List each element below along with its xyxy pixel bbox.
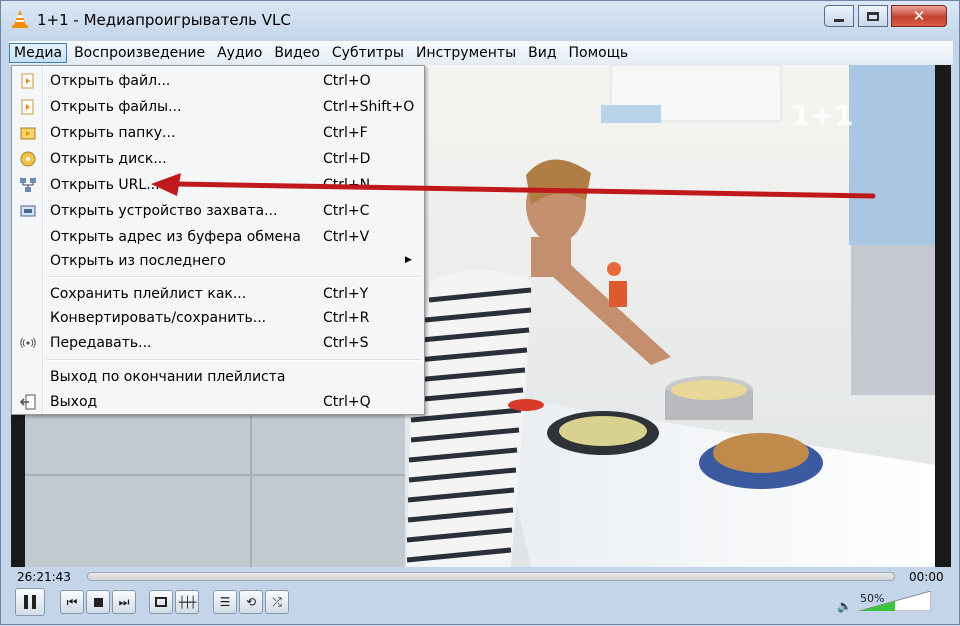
equalizer-icon: ┼┼┼ [178,595,197,609]
fullscreen-button[interactable] [149,590,173,614]
menu-subtitles[interactable]: Субтитры [327,43,409,63]
menu-open-capture-device[interactable]: Открыть устройство захвата... Ctrl+C [14,200,422,222]
menu-item-label: Открыть диск... [50,151,167,167]
pause-button[interactable] [15,588,45,616]
menu-item-label: Конвертировать/сохранить... [50,310,267,326]
media-menu-dropdown: Открыть файл... Ctrl+O Открыть файлы... … [11,65,425,415]
title-bar: 1+1 - Медиапроигрыватель VLC ✕ [1,1,959,37]
seek-row: 26:21:43 00:00 [11,567,951,589]
menu-item-label: Передавать... [50,335,152,351]
menu-item-label: Открыть файл... [50,73,171,89]
menu-playback[interactable]: Воспроизведение [69,43,210,63]
menu-convert-save[interactable]: Конвертировать/сохранить... Ctrl+R [14,307,422,329]
extended-settings-button[interactable]: ┼┼┼ [175,590,199,614]
menu-item-shortcut: Ctrl+Y [323,286,369,302]
menu-item-shortcut: Ctrl+V [323,229,370,245]
menu-quit-at-end[interactable]: Выход по окончании плейлиста [14,366,422,388]
minimize-icon [834,18,844,22]
playlist-icon: ☰ [219,595,231,609]
pause-icon [24,595,36,609]
next-icon: ⏭ [118,594,130,609]
speaker-icon[interactable]: 🔈 [837,599,852,613]
remaining-time: 00:00 [909,570,944,584]
minimize-button[interactable] [824,5,854,27]
menu-item-shortcut: Ctrl+Q [323,394,371,410]
menu-item-label: Открыть папку... [50,125,176,141]
random-button[interactable]: ⤮ [265,590,289,614]
menu-open-folder[interactable]: Открыть папку... Ctrl+F [14,122,422,144]
menu-item-label: Сохранить плейлист как... [50,286,247,302]
stop-button[interactable] [86,590,110,614]
menu-item-shortcut: Ctrl+N [323,177,371,193]
exit-icon [19,394,36,410]
shuffle-icon: ⤮ [272,594,282,609]
capture-device-icon [20,205,36,217]
menu-item-label: Открыть из последнего [50,253,226,269]
close-icon: ✕ [912,7,926,25]
menu-item-label: Открыть файлы... [50,99,182,115]
menu-media[interactable]: Медиа [9,43,68,63]
vlc-cone-icon [12,10,28,28]
menu-open-files[interactable]: Открыть файлы... Ctrl+Shift+O [14,96,422,118]
menu-item-shortcut: Ctrl+C [323,203,370,219]
loop-button[interactable]: ⟲ [239,590,263,614]
menu-item-shortcut: Ctrl+S [323,335,369,351]
vlc-window: 1+1 - Медиапроигрыватель VLC ✕ Медиа Вос… [0,0,960,625]
menu-item-shortcut: Ctrl+R [323,310,370,326]
maximize-button[interactable] [858,5,888,27]
menu-help[interactable]: Помощь [564,43,634,63]
previous-icon: ⏮ [66,594,78,609]
menu-bar: Медиа Воспроизведение Аудио Видео Субтит… [9,41,953,65]
menu-item-label: Выход по окончании плейлиста [50,369,286,385]
menu-item-shortcut: Ctrl+D [323,151,371,167]
menu-item-shortcut: Ctrl+O [323,73,371,89]
playlist-button[interactable]: ☰ [213,590,237,614]
menu-quit[interactable]: Выход Ctrl+Q [14,391,422,413]
menu-tools[interactable]: Инструменты [411,43,521,63]
elapsed-time: 26:21:43 [17,570,71,584]
seek-slider[interactable] [87,572,895,581]
maximize-icon [867,11,879,21]
previous-button[interactable]: ⏮ [60,590,84,614]
menu-view[interactable]: Вид [523,43,561,63]
menu-item-shortcut: Ctrl+Shift+O [323,99,415,115]
menu-open-clipboard-url[interactable]: Открыть адрес из буфера обмена Ctrl+V [14,226,422,248]
network-icon [20,178,36,192]
control-bar: ⏮ ⏭ ┼┼┼ ☰ ⟲ ⤮ 🔈 50% [11,588,951,619]
menu-open-url[interactable]: Открыть URL... Ctrl+N [14,174,422,196]
menu-save-playlist[interactable]: Сохранить плейлист как... Ctrl+Y [14,283,422,305]
menu-audio[interactable]: Аудио [212,43,267,63]
next-button[interactable]: ⏭ [112,590,136,614]
menu-item-label: Выход [50,394,98,410]
fullscreen-icon [155,597,167,607]
close-button[interactable]: ✕ [891,5,947,27]
menu-open-disc[interactable]: Открыть диск... Ctrl+D [14,148,422,170]
window-title: 1+1 - Медиапроигрыватель VLC [37,11,291,29]
open-files-icon [21,99,34,115]
channel-logo: 1+1 [791,99,853,132]
loop-icon: ⟲ [245,595,257,609]
disc-icon [20,151,36,167]
volume-slider[interactable] [859,591,931,611]
stop-icon [93,597,103,607]
menu-separator [46,359,420,361]
menu-video[interactable]: Видео [269,43,325,63]
open-folder-icon [20,127,36,140]
menu-item-shortcut: Ctrl+F [323,125,368,141]
menu-stream[interactable]: Передавать... Ctrl+S [14,332,422,354]
menu-item-label: Открыть адрес из буфера обмена [50,229,301,245]
submenu-arrow-icon: ▶ [405,255,412,265]
stream-icon [20,337,36,349]
menu-item-label: Открыть URL... [50,177,160,193]
menu-open-recent[interactable]: Открыть из последнего ▶ [14,250,422,272]
menu-open-file[interactable]: Открыть файл... Ctrl+O [14,70,422,92]
menu-item-label: Открыть устройство захвата... [50,203,278,219]
open-file-icon [21,73,34,89]
menu-separator [46,276,420,278]
